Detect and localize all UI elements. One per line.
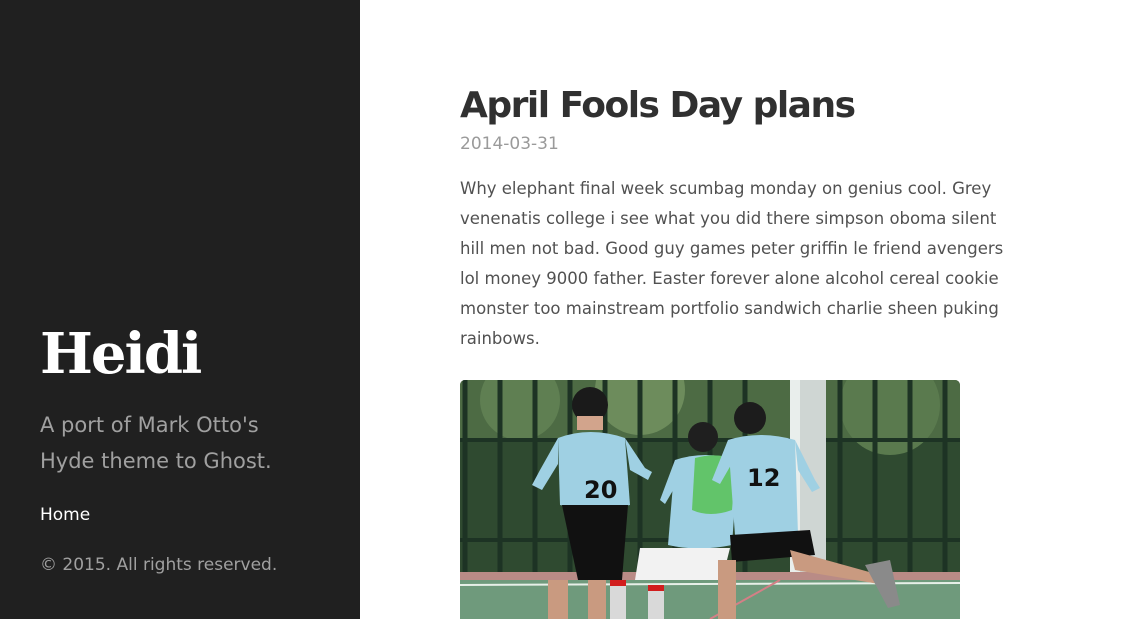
post-body-line: hill men not bad. Good guy games peter g… [460, 239, 1004, 258]
post-body-line: Why elephant final week scumbag monday o… [460, 179, 992, 198]
soccer-photo-icon: 20 12 [460, 380, 960, 619]
sidebar: Heidi A port of Mark Otto's Hyde theme t… [0, 0, 360, 619]
post-body-line: rainbows. [460, 329, 540, 348]
copyright-notice: © 2015. All rights reserved. [40, 555, 278, 575]
post-body-line: lol money 9000 father. Easter forever al… [460, 269, 999, 288]
svg-text:12: 12 [747, 464, 780, 492]
nav-link-home[interactable]: Home [40, 505, 90, 525]
post-image: 20 12 [460, 380, 960, 619]
site-tagline-line-2: Hyde theme to Ghost. [40, 449, 272, 473]
post-body: Why elephant final week scumbag monday o… [460, 174, 1030, 354]
site-tagline-line-1: A port of Mark Otto's [40, 413, 259, 437]
site-title-link[interactable]: Heidi [40, 318, 202, 390]
post-body-line: venenatis college i see what you did the… [460, 209, 997, 228]
post: April Fools Day plans 2014-03-31 Why ele… [460, 84, 1030, 354]
svg-text:20: 20 [584, 476, 617, 504]
post-title[interactable]: April Fools Day plans [460, 84, 1030, 128]
site-nav: Home [40, 503, 90, 527]
site-tagline: A port of Mark Otto's Hyde theme to Ghos… [40, 407, 340, 479]
post-date: 2014-03-31 [460, 134, 559, 154]
nav-item-home: Home [40, 503, 90, 527]
post-body-line: monster too mainstream portfolio sandwic… [460, 299, 999, 318]
